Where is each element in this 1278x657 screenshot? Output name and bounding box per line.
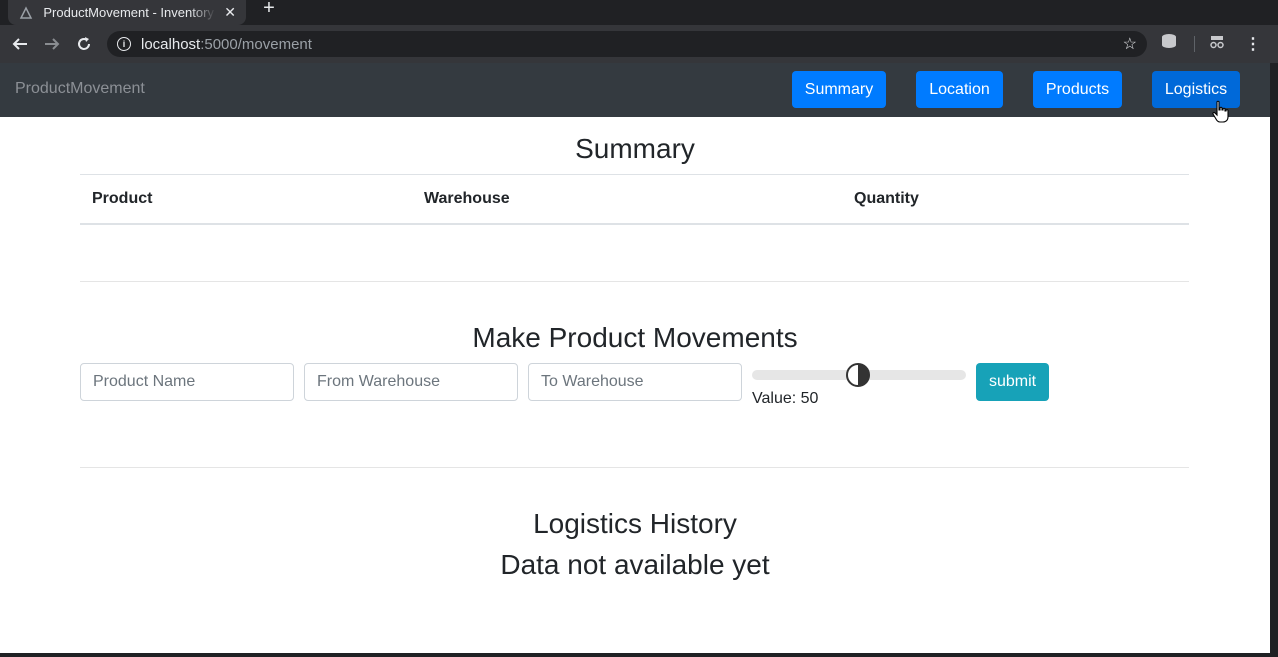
divider [80, 467, 1189, 468]
site-info-icon[interactable]: i [117, 37, 131, 51]
new-tab-icon[interactable]: + [258, 0, 280, 18]
menu-kebab-icon[interactable]: ⋮ [1245, 34, 1261, 54]
hand-cursor-icon [1212, 100, 1229, 123]
from-warehouse-input[interactable] [304, 363, 518, 401]
quantity-slider-thumb[interactable] [846, 363, 870, 387]
bookmark-star-icon[interactable]: ☆ [1123, 34, 1137, 54]
url-path: :5000/movement [200, 35, 312, 53]
page-content: Summary Product Warehouse Quantity Make … [0, 117, 1270, 653]
window-edge [1270, 63, 1278, 653]
history-empty-message: Data not available yet [500, 549, 770, 580]
app-navbar: ProductMovement Summary Location Product… [0, 63, 1270, 117]
browser-toolbar: i localhost:5000/movement ☆ ⋮ [0, 25, 1278, 63]
tab-close-icon[interactable]: ✕ [224, 4, 236, 21]
extension-database-icon[interactable] [1160, 33, 1178, 52]
url-host: localhost [141, 35, 201, 53]
movement-title: Make Product Movements [472, 322, 798, 353]
column-header-quantity: Quantity [854, 190, 919, 207]
nav-location-button[interactable]: Location [916, 71, 1003, 108]
table-header-border [80, 223, 1189, 225]
slider-value-label: Value: 50 [752, 390, 819, 407]
nav-summary-button[interactable]: Summary [792, 71, 886, 108]
reload-icon[interactable] [70, 30, 98, 58]
browser-tabstrip: ProductMovement - Inventory ✕ + [0, 0, 1278, 25]
column-header-product: Product [92, 190, 153, 207]
tab-title: ProductMovement - Inventory [43, 5, 214, 20]
address-bar[interactable]: i localhost:5000/movement ☆ [107, 31, 1147, 57]
back-icon[interactable] [6, 30, 34, 58]
to-warehouse-input[interactable] [528, 363, 742, 401]
forward-icon[interactable] [38, 30, 66, 58]
column-header-warehouse: Warehouse [424, 190, 510, 207]
divider [80, 281, 1189, 282]
extension-incognito-icon[interactable] [1209, 34, 1225, 53]
nav-products-button[interactable]: Products [1033, 71, 1122, 108]
toolbar-divider [1194, 36, 1195, 52]
product-name-input[interactable] [80, 363, 294, 401]
browser-tab[interactable]: ProductMovement - Inventory ✕ [8, 0, 246, 25]
summary-table-header: Product Warehouse Quantity [80, 175, 1189, 225]
summary-title: Summary [575, 133, 695, 164]
submit-button[interactable]: submit [976, 363, 1049, 401]
history-title: Logistics History [533, 508, 737, 539]
tab-favicon-icon [18, 5, 33, 21]
navbar-brand[interactable]: ProductMovement [15, 80, 145, 98]
window-bottom-edge [0, 653, 1278, 657]
